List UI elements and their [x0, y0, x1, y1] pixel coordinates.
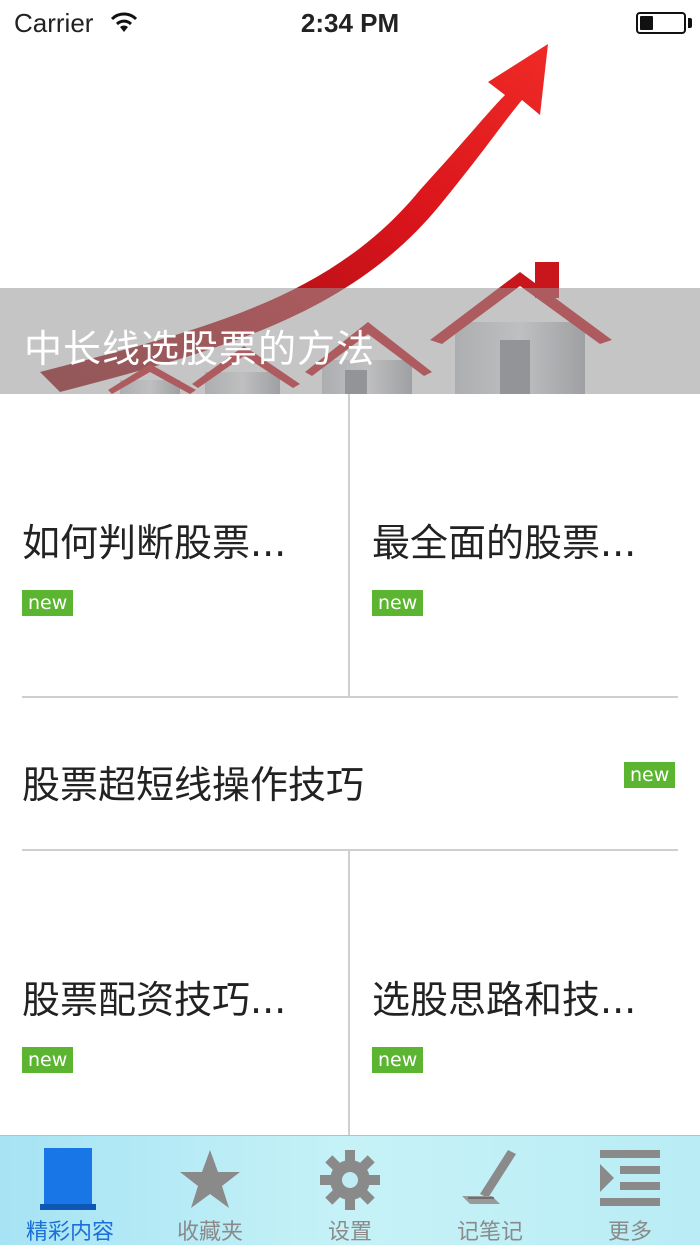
divider: [22, 696, 678, 698]
status-time: 2:34 PM: [300, 8, 400, 38]
tab-label: 记笔记: [456, 1220, 523, 1245]
article-card[interactable]: 如何判断股票... new: [0, 394, 348, 698]
article-title: 选股思路和技...: [372, 978, 637, 1022]
article-title: 股票超短线操作技巧: [22, 763, 365, 807]
tab-featured[interactable]: 精彩内容: [0, 1136, 140, 1245]
battery-icon: [636, 12, 686, 34]
new-badge: new: [624, 762, 676, 788]
article-title: 股票配资技巧...: [22, 978, 287, 1022]
article-title: 如何判断股票...: [22, 521, 287, 565]
banner-title: 中长线选股票的方法: [24, 327, 376, 371]
tab-label: 精彩内容: [25, 1220, 114, 1245]
article-card[interactable]: 最全面的股票... new: [350, 394, 700, 698]
article-card[interactable]: 选股思路和技... new: [350, 851, 700, 1135]
gear-icon: [320, 1150, 380, 1210]
tab-more[interactable]: 更多: [560, 1136, 700, 1245]
article-card[interactable]: 股票配资技巧... new: [0, 851, 348, 1135]
divider: [348, 851, 350, 1135]
divider: [348, 394, 350, 698]
tab-notes[interactable]: 记笔记: [420, 1136, 560, 1245]
tab-settings[interactable]: 设置: [280, 1136, 420, 1245]
tab-label: 设置: [327, 1220, 372, 1245]
pen-icon: [462, 1150, 516, 1204]
new-badge: new: [22, 590, 74, 616]
book-icon: [40, 1148, 96, 1210]
new-badge: new: [22, 1047, 74, 1073]
status-bar: Carrier 2:34 PM: [0, 0, 700, 46]
new-badge: new: [372, 1047, 424, 1073]
tab-bar: 精彩内容 收藏夹 设置 记笔记 更多: [0, 1135, 700, 1245]
battery-tip: [688, 18, 692, 28]
featured-banner[interactable]: 中长线选股票的方法: [0, 0, 700, 394]
more-list-icon: [600, 1150, 660, 1206]
divider: [22, 849, 678, 851]
new-badge: new: [372, 590, 424, 616]
tab-favorites[interactable]: 收藏夹: [140, 1136, 280, 1245]
star-icon: [180, 1150, 240, 1208]
article-title: 最全面的股票...: [372, 521, 637, 565]
article-row[interactable]: 股票超短线操作技巧 new: [0, 698, 700, 850]
tab-label: 收藏夹: [176, 1220, 243, 1245]
tab-label: 更多: [607, 1220, 652, 1245]
battery-fill: [640, 16, 653, 30]
